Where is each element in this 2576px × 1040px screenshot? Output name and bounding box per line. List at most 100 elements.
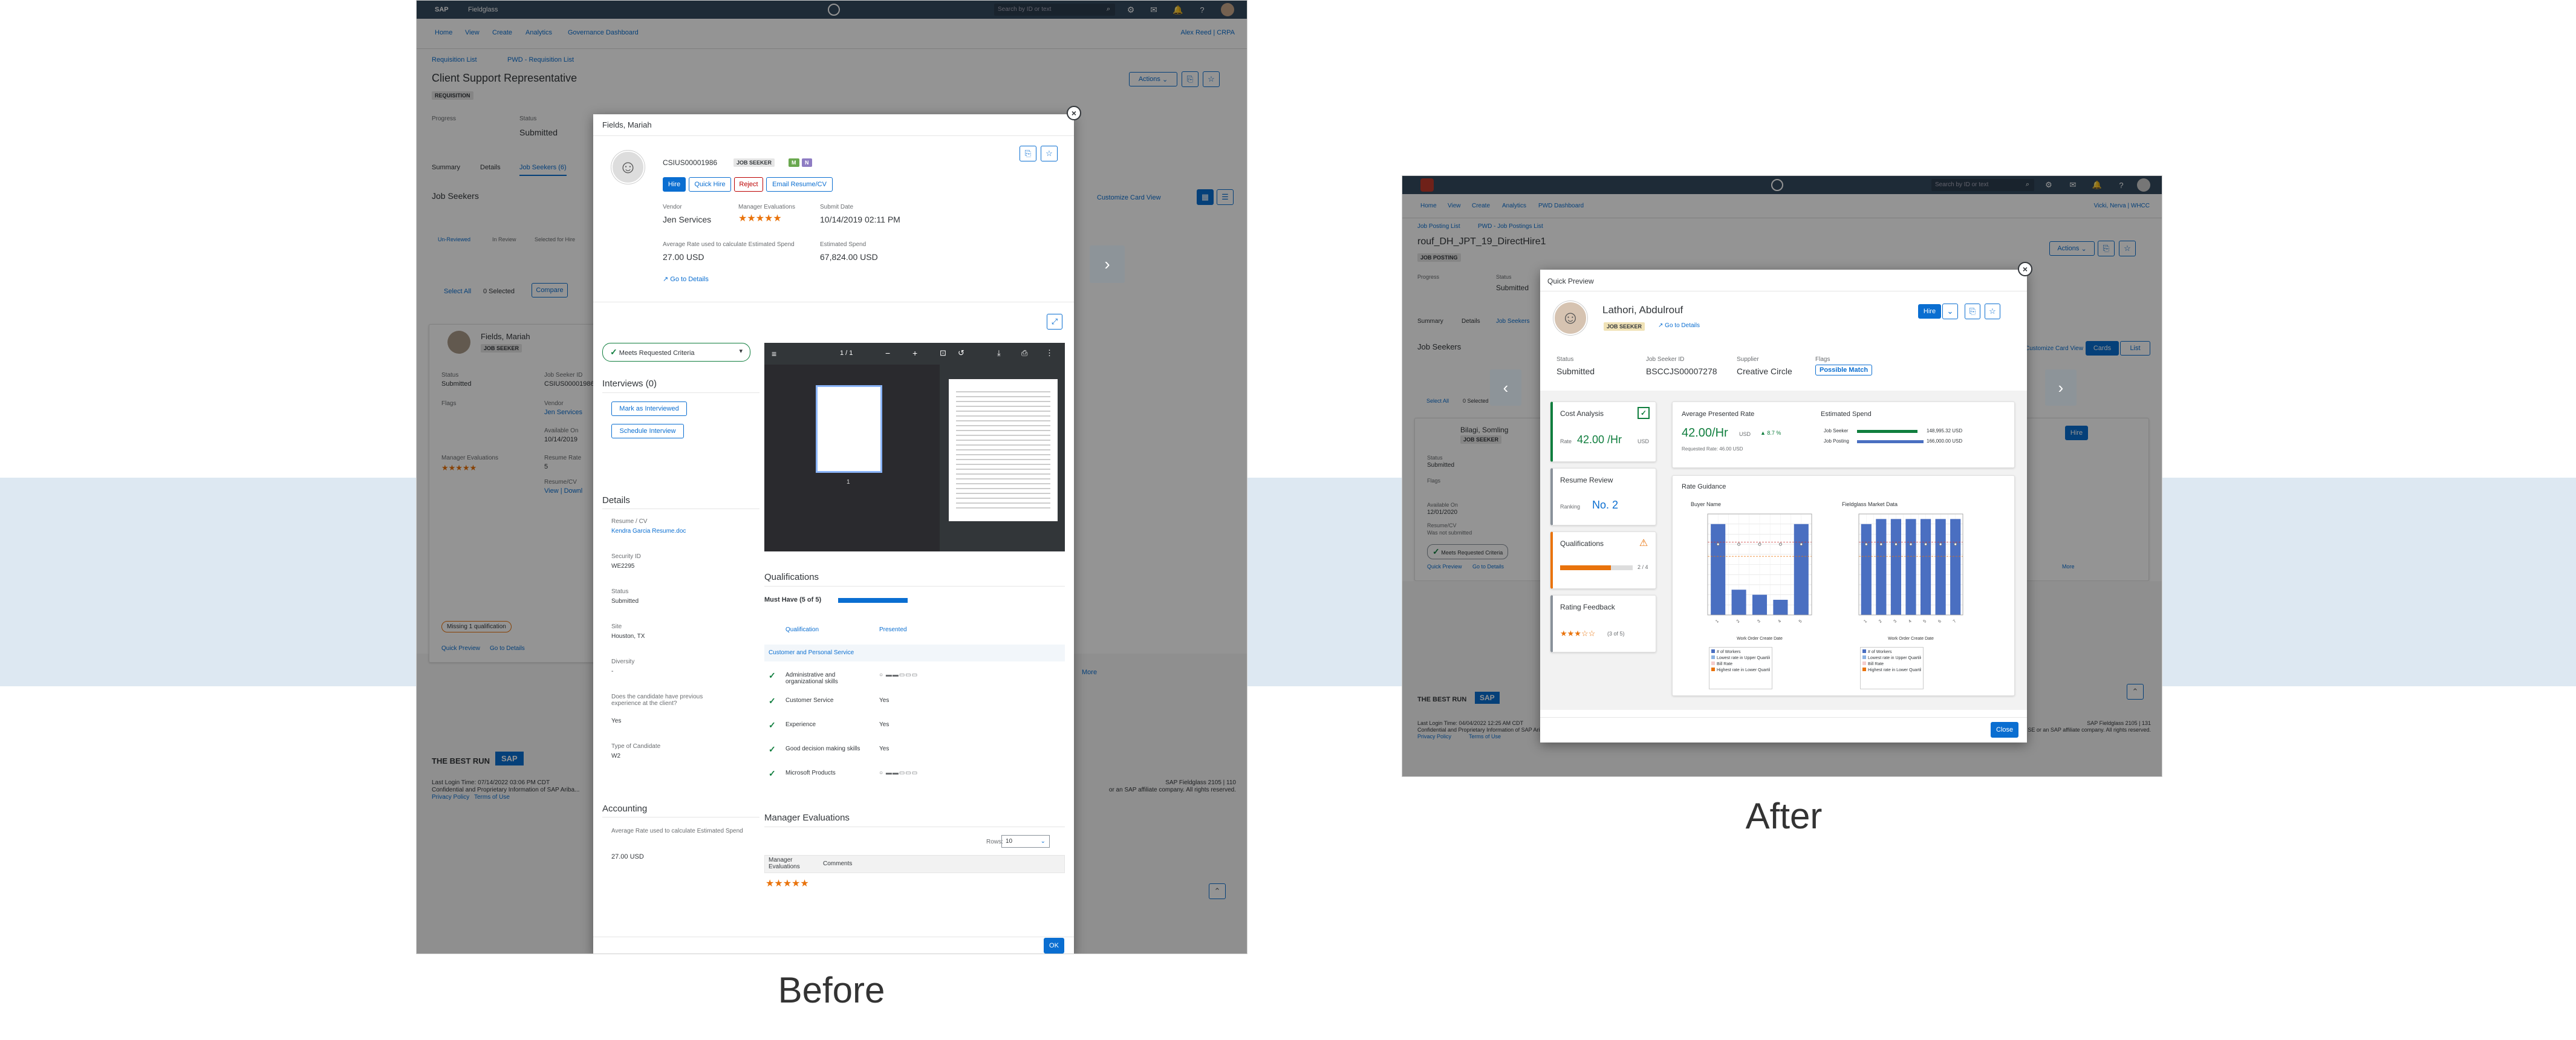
- chart1-title: Buyer Name: [1691, 501, 1722, 507]
- more-icon[interactable]: ⋮: [1046, 348, 1053, 358]
- menu-icon[interactable]: ≡: [772, 349, 776, 359]
- warning-icon: ⚠: [1639, 538, 1648, 548]
- detail-label: Does the candidate have previous experie…: [611, 694, 703, 707]
- avg-sub: Requested Rate: 46.00 USD: [1682, 446, 1743, 452]
- qualification-name: Microsoft Products: [785, 770, 836, 776]
- check-icon: ✓: [1638, 407, 1650, 419]
- qualification-name: Experience: [785, 721, 816, 728]
- close-icon[interactable]: ×: [1067, 106, 1081, 120]
- submit-label: Submit Date: [820, 204, 854, 210]
- spend-row-label: Job Seeker: [1824, 428, 1849, 434]
- favorite-icon[interactable]: ☆: [1985, 304, 2000, 319]
- detail-label: Site: [611, 623, 622, 630]
- chart2-title: Fieldglass Market Data: [1842, 501, 1898, 507]
- zoom-out-icon[interactable]: −: [885, 348, 890, 358]
- check-icon: ✓: [769, 744, 776, 754]
- legend-item: # of Workers: [1711, 649, 1770, 655]
- mark-interviewed-button[interactable]: Mark as Interviewed: [611, 401, 687, 416]
- rate-value: 42.00 /Hr: [1577, 434, 1622, 446]
- download-icon[interactable]: ⤓: [997, 348, 1001, 358]
- dialog-title: Quick Preview: [1547, 277, 1594, 285]
- detail-label: Type of Candidate: [611, 743, 661, 750]
- status-value: Submitted: [1556, 366, 1595, 376]
- fit-icon[interactable]: ⊡: [940, 348, 946, 358]
- expand-icon[interactable]: ⤢: [1047, 314, 1062, 330]
- next-candidate-icon[interactable]: ›: [2045, 369, 2077, 406]
- chart-bar: [1876, 519, 1887, 615]
- qualification-name: Good decision making skills: [785, 746, 860, 752]
- reject-button[interactable]: Reject: [734, 177, 763, 192]
- close-button[interactable]: Close: [1991, 722, 2018, 738]
- go-to-details-link[interactable]: ↗ Go to Details: [1658, 322, 1700, 329]
- rate-point: [1909, 542, 1913, 546]
- detail-label: Diversity: [611, 658, 635, 665]
- pdf-viewer[interactable]: ≡ 1 / 1 − + ⊡ ↺ ⤓ ⎙ ⋮ 1: [764, 343, 1065, 551]
- candidate-name: Lathori, Abdulrouf: [1602, 304, 1683, 316]
- interviews-title: Interviews (0): [602, 379, 657, 389]
- presented-value: Yes: [879, 746, 890, 752]
- avg-title: Average Presented Rate: [1682, 411, 1755, 418]
- favorite-icon[interactable]: ☆: [1041, 146, 1058, 161]
- share-icon[interactable]: ⎘: [1965, 304, 1980, 319]
- close-icon[interactable]: ×: [2018, 262, 2032, 276]
- background-band: [0, 478, 2576, 686]
- manager-evals-title: Manager Evaluations: [764, 813, 850, 823]
- hire-button[interactable]: Hire: [1918, 304, 1941, 319]
- avg-delta: ▲ 8.7 %: [1760, 430, 1781, 436]
- mgr-col-header: Manager Evaluations: [769, 857, 800, 870]
- avatar: ☺: [611, 151, 645, 184]
- email-resume-button[interactable]: Email Resume/CV: [766, 177, 833, 192]
- zoom-in-icon[interactable]: +: [912, 348, 917, 358]
- market-rate-chart: 1 2 3 4 5 6 7 Work Order Create Date: [1858, 513, 1963, 641]
- rows-select[interactable]: 10 ⌄: [1001, 835, 1050, 848]
- spend-bar-posting: [1857, 440, 1924, 443]
- vendor-label: Vendor: [663, 204, 682, 210]
- cost-analysis-card[interactable]: Cost Analysis ✓ Rate 42.00 /Hr USD: [1550, 401, 1656, 462]
- resume-review-card[interactable]: Resume Review Ranking No. 2: [1550, 468, 1656, 525]
- avg-rate-value: 27.00 USD: [663, 252, 704, 262]
- next-candidate-icon[interactable]: ›: [1090, 245, 1125, 283]
- rate-point: [1879, 542, 1883, 546]
- pdf-page: 1 / 1: [840, 349, 853, 357]
- x-tick-label: 3: [1893, 619, 1898, 624]
- rate-point: [1894, 542, 1898, 546]
- spend-row-value: 148,995.32 USD: [1927, 428, 1963, 434]
- x-tick-label: 4: [1777, 619, 1782, 624]
- detail-value[interactable]: Kendra Garcia Resume.doc: [611, 528, 686, 535]
- comments-col-header: Comments: [823, 860, 853, 867]
- previous-candidate-icon[interactable]: ‹: [1490, 369, 1521, 406]
- go-to-details-link[interactable]: ↗ Go to Details: [663, 275, 709, 283]
- chart-bar: [1950, 519, 1961, 615]
- rate-guidance-card: Rate Guidance Buyer Name Fieldglass Mark…: [1672, 475, 2015, 696]
- rate-point: [1737, 542, 1741, 546]
- dropdown-icon[interactable]: ⌄: [1942, 304, 1958, 319]
- x-tick-label: 6: [1937, 619, 1942, 624]
- detail-label: Security ID: [611, 553, 641, 560]
- rotate-icon[interactable]: ↺: [958, 348, 964, 358]
- chart-bar: [1731, 590, 1746, 615]
- id-value: BSCCJS00007278: [1646, 366, 1717, 376]
- schedule-interview-button[interactable]: Schedule Interview: [611, 424, 684, 438]
- qualifications-title: Qualifications: [764, 572, 819, 582]
- card-title: Cost Analysis: [1560, 409, 1604, 418]
- share-icon[interactable]: ⎘: [1020, 146, 1036, 161]
- print-icon[interactable]: ⎙: [1021, 348, 1027, 358]
- x-tick-label: 5: [1798, 619, 1803, 624]
- hire-button[interactable]: Hire: [663, 177, 686, 192]
- criteria-dropdown[interactable]: ✓ Meets Requested Criteria ▾: [602, 343, 750, 362]
- x-tick-label: 7: [1953, 619, 1957, 624]
- legend-item: Highest rate in Lower Quartile: [1862, 668, 1921, 674]
- quick-hire-button[interactable]: Quick Hire: [689, 177, 731, 192]
- rating-feedback-card[interactable]: Rating Feedback ★★★☆☆ (3 of 5): [1550, 595, 1656, 652]
- chart-bar: [1752, 594, 1768, 615]
- legend-item: Lowest rate in Upper Quartile: [1711, 655, 1770, 661]
- rate-point: [1778, 542, 1782, 546]
- ok-button[interactable]: OK: [1044, 938, 1064, 954]
- qual-progress: [1560, 565, 1633, 570]
- avg-unit: USD: [1739, 431, 1751, 437]
- pdf-thumbnail[interactable]: [816, 385, 882, 473]
- detail-label: Status: [611, 588, 629, 595]
- qualifications-card[interactable]: Qualifications ⚠ 2 / 4: [1550, 531, 1656, 589]
- eval-label: Manager Evaluations: [738, 204, 795, 210]
- chart-bar: [1861, 524, 1872, 615]
